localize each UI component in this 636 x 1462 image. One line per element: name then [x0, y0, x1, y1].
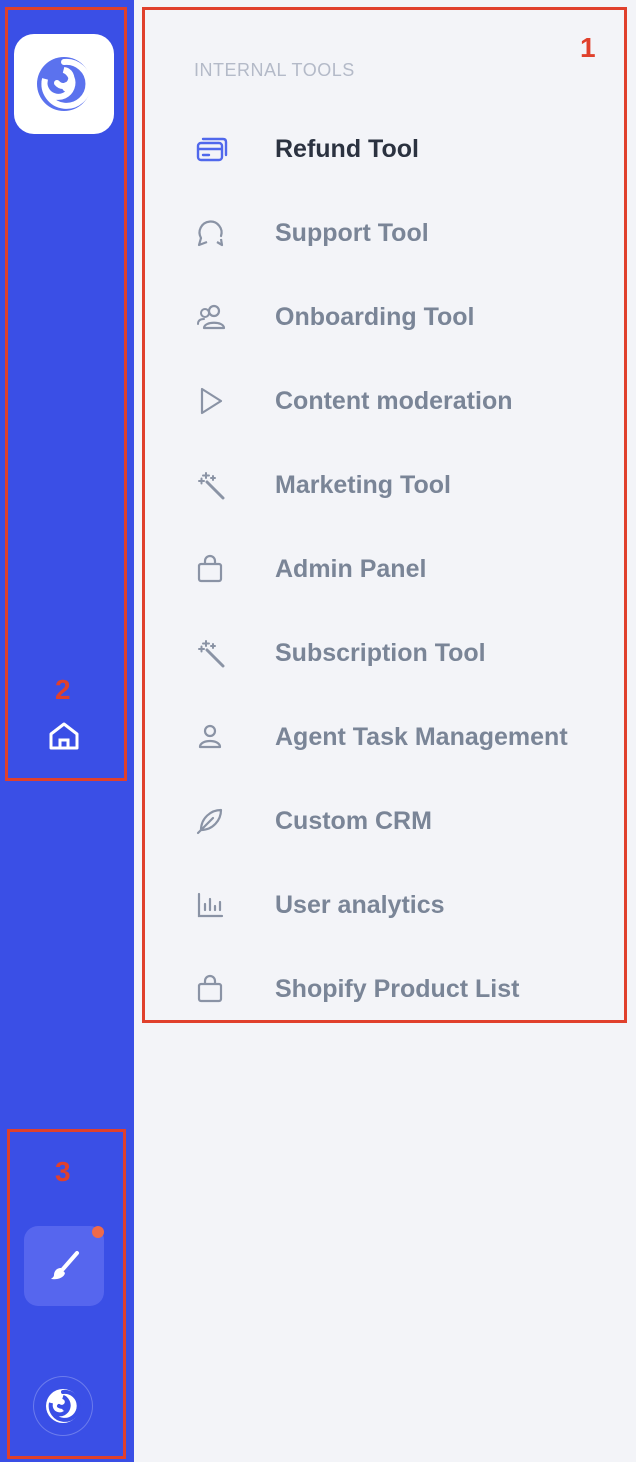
annotation-label-1: 1 [580, 32, 596, 63]
annotation-label-2: 2 [55, 674, 71, 705]
annotation-box-2 [5, 7, 127, 781]
annotation-label-3: 3 [55, 1156, 71, 1187]
annotation-box-1 [142, 7, 627, 1023]
